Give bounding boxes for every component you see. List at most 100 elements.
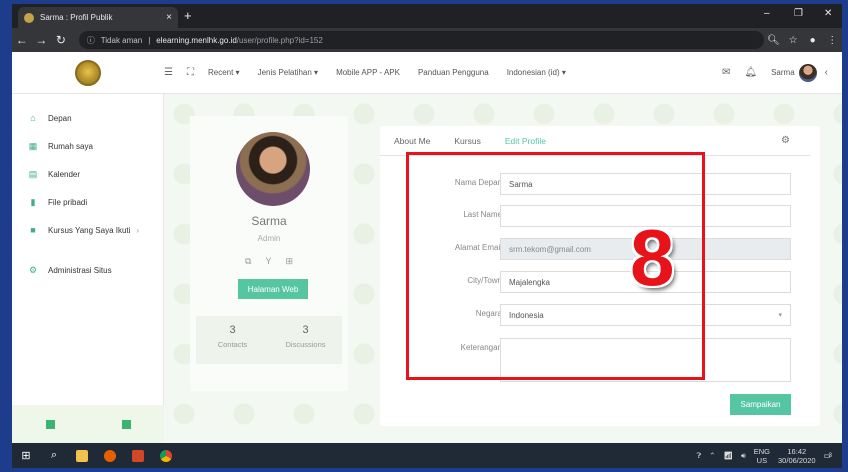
url-field[interactable]: ⓘ Tidak aman | elearning.menlhk.go.id /u…: [78, 31, 764, 49]
sidebar-item-depan[interactable]: ⌂ Depan: [12, 104, 163, 132]
site-navbar: ☰ ⛶ Recent ▾ Jenis Pelatihan ▾ Mobile AP…: [12, 52, 842, 94]
courses-icon: ■: [30, 225, 36, 235]
zoom-icon[interactable]: 🔍︎: [764, 35, 784, 46]
yahoo-icon[interactable]: Y: [265, 256, 271, 267]
url-host: elearning.menlhk.go.id: [156, 35, 237, 45]
file-explorer-icon[interactable]: [68, 443, 96, 468]
language-top: ENG: [753, 446, 771, 456]
profile-stats: 3 Contacts 3 Discussions: [196, 316, 342, 364]
close-window-button[interactable]: ✕: [824, 8, 832, 19]
settings-gear-icon[interactable]: ⚙: [781, 135, 790, 146]
tab-close-icon[interactable]: ×: [166, 12, 172, 23]
sidebar-item-label: Depan: [48, 113, 72, 123]
tab-title: Sarma : Profil Publik: [40, 13, 113, 22]
reload-icon[interactable]: ↻: [51, 33, 71, 47]
firefox-icon[interactable]: [96, 443, 124, 468]
fullscreen-icon[interactable]: ⛶: [187, 67, 194, 78]
back-icon[interactable]: ←: [12, 33, 32, 47]
stat-contacts: 3 Contacts: [196, 316, 269, 364]
browser-tab[interactable]: Sarma : Profil Publik ×: [18, 7, 178, 28]
clock-date: 30/06/2020: [778, 455, 816, 465]
sidebar-item-label: Kursus Yang Saya Ikuti: [48, 225, 131, 235]
site-logo[interactable]: [12, 59, 164, 86]
home-icon: ⌂: [30, 113, 36, 123]
sidebar-item-rumah-saya[interactable]: ▦ Rumah saya: [12, 132, 163, 160]
minimize-button[interactable]: –: [764, 8, 770, 19]
bookmark-star-icon[interactable]: ☆: [783, 35, 803, 46]
sidebar: ⌂ Depan ▦ Rumah saya ▤ Kalender ▮ File p…: [12, 94, 164, 443]
notifications-bell-icon[interactable]: 🔔︎: [744, 67, 757, 78]
system-tray: ❓︎ ⌃ 📶︎ 🔊︎ ENG US 16:42 30/06/2020 ▭ 3: [697, 447, 842, 465]
network-icon[interactable]: 📶︎: [723, 451, 733, 460]
tab-edit-profile[interactable]: Edit Profile: [505, 136, 546, 146]
dashboard-icon: ▦: [28, 140, 38, 151]
calendar-block-icon[interactable]: [121, 419, 131, 429]
sidebar-item-label: Kalender: [48, 169, 81, 179]
stat-discussions: 3 Discussions: [269, 316, 342, 364]
chevron-right-icon: ›: [136, 225, 140, 235]
sidebar-item-administrasi[interactable]: ⚙ Administrasi Situs: [12, 256, 163, 284]
sidebar-item-label: Administrasi Situs: [48, 265, 112, 275]
windows-icon[interactable]: ⊞: [285, 256, 293, 267]
windows-start-icon[interactable]: ⊞: [12, 443, 40, 468]
nav-recent[interactable]: Recent ▾: [208, 68, 240, 77]
account-icon[interactable]: ●: [803, 35, 823, 46]
sidebar-footer: [12, 405, 164, 443]
clock[interactable]: 16:42 30/06/2020: [778, 447, 816, 465]
url-divider: |: [148, 35, 151, 45]
profile-role: Admin: [257, 234, 281, 243]
gear-icon: ⚙: [28, 264, 38, 275]
step-number: 8: [630, 213, 675, 302]
nav-mobile-app[interactable]: Mobile APP - APK: [336, 68, 400, 77]
social-icons: ⧉ Y ⊞: [190, 256, 348, 267]
maximize-button[interactable]: ❐: [794, 8, 803, 19]
forward-icon[interactable]: →: [32, 33, 52, 47]
emblem-icon: [75, 59, 101, 86]
profile-card: Sarma Admin ⧉ Y ⊞ Halaman Web 3 Contacts…: [190, 116, 348, 391]
nav-jenis-pelatihan[interactable]: Jenis Pelatihan ▾: [258, 68, 319, 77]
drawer-toggle-icon[interactable]: ‹: [825, 67, 828, 78]
stat-label: Discussions: [285, 340, 326, 349]
info-icon[interactable]: ⓘ: [87, 35, 95, 46]
calendar-icon: ▤: [28, 168, 38, 179]
site-favicon-icon: [24, 12, 34, 23]
clock-time: 16:42: [787, 446, 807, 456]
stat-value: 3: [229, 324, 236, 336]
new-tab-button[interactable]: +: [184, 8, 192, 23]
profile-name: Sarma: [251, 214, 287, 228]
browser-tab-strip: Sarma : Profil Publik × + – ❐ ✕: [12, 4, 842, 28]
windows-taskbar: ⊞ ⌕ ❓︎ ⌃ 📶︎ 🔊︎ ENG US 16:42 30/06/2020 ▭…: [12, 443, 842, 468]
submit-button[interactable]: Sampaikan: [730, 394, 791, 415]
more-menu-icon[interactable]: ⋮: [822, 35, 842, 46]
hamburger-menu-icon[interactable]: ☰: [164, 67, 173, 78]
powerpoint-icon[interactable]: [124, 443, 152, 468]
nav-panduan-pengguna[interactable]: Panduan Pengguna: [418, 68, 489, 77]
language-indicator[interactable]: ENG US: [754, 447, 770, 465]
help-icon[interactable]: ❓︎: [697, 451, 702, 461]
chrome-icon[interactable]: [152, 443, 180, 468]
user-name[interactable]: Sarma: [771, 68, 795, 77]
sidebar-item-kalender[interactable]: ▤ Kalender: [12, 160, 163, 188]
url-path: /user/profile.php?id=152: [236, 35, 323, 45]
tab-kursus[interactable]: Kursus: [454, 136, 480, 146]
web-page-button[interactable]: Halaman Web: [238, 279, 308, 299]
address-bar-row: ← → ↻ ⓘ Tidak aman | elearning.menlhk.go…: [12, 28, 842, 52]
stat-value: 3: [302, 324, 309, 336]
file-icon: ▮: [30, 196, 36, 207]
chevron-up-icon[interactable]: ⌃: [709, 451, 715, 460]
security-label: Tidak aman: [100, 35, 143, 45]
sidebar-item-label: File pribadi: [48, 197, 88, 207]
stat-label: Contacts: [217, 340, 248, 349]
tab-about-me[interactable]: About Me: [394, 136, 430, 146]
skype-icon[interactable]: ⧉: [245, 256, 251, 267]
sidebar-item-kursus[interactable]: ■ Kursus Yang Saya Ikuti ›: [12, 216, 163, 244]
navbar-right: ✉ 🔔︎ Sarma ‹: [722, 63, 842, 82]
language-bottom: US: [756, 455, 768, 465]
search-icon[interactable]: ⌕: [40, 443, 68, 468]
user-avatar[interactable]: [798, 63, 817, 82]
nav-language[interactable]: Indonesian (id) ▾: [507, 68, 566, 77]
file-block-icon[interactable]: [45, 419, 55, 429]
sidebar-item-file-pribadi[interactable]: ▮ File pribadi: [12, 188, 163, 216]
messages-icon[interactable]: ✉: [722, 67, 730, 78]
volume-icon[interactable]: 🔊︎: [741, 451, 746, 461]
